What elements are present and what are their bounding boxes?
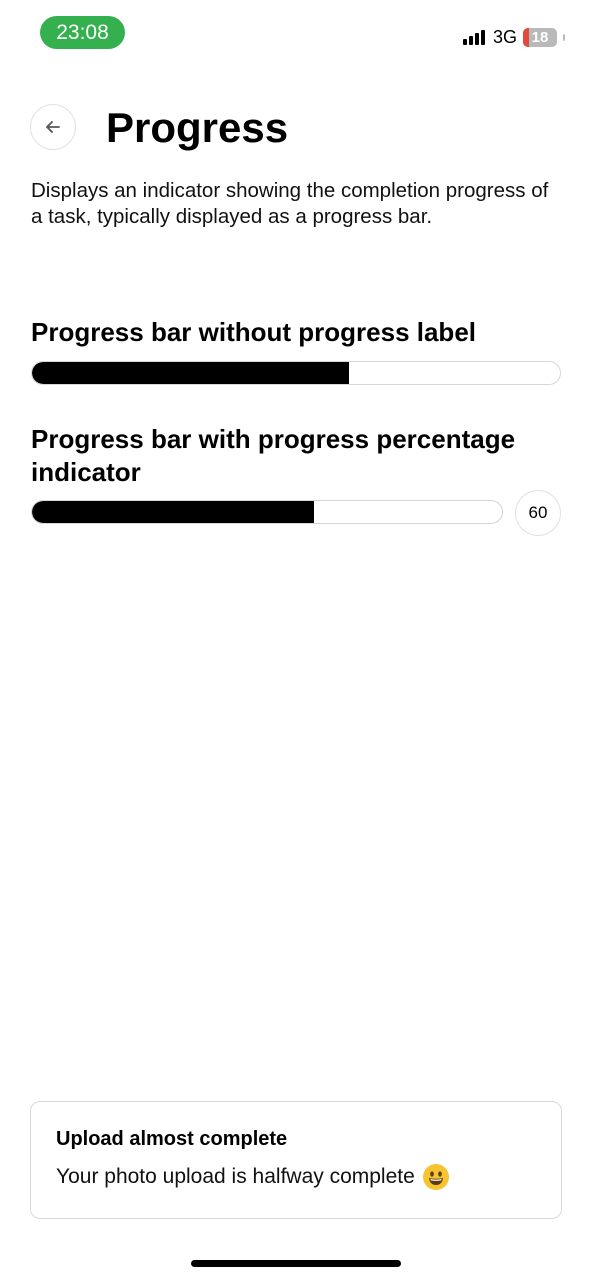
page-description: Displays an indicator showing the comple…	[31, 179, 549, 228]
battery-level: 18	[531, 28, 549, 46]
toast-message: Your photo upload is halfway complete	[56, 1165, 415, 1188]
grinning-face-icon	[422, 1164, 449, 1190]
signal-icon	[462, 29, 485, 45]
section-title: Progress bar with progress percentage in…	[31, 424, 516, 487]
network-type: 3G	[492, 26, 517, 47]
back-button[interactable]	[30, 104, 76, 150]
section-title: Progress bar without progress label	[31, 317, 476, 347]
arrow-left-icon	[46, 121, 60, 133]
progress-bar	[31, 500, 503, 524]
battery-tip	[563, 33, 565, 41]
status-indicators: 3G 18	[462, 26, 565, 48]
progress-bar	[31, 361, 561, 385]
toast-notification[interactable]: Upload almost complete Your photo upload…	[30, 1101, 562, 1219]
progress-bar-fill	[32, 362, 349, 384]
progress-percentage-badge: 60	[515, 490, 561, 536]
page-title: Progress	[106, 104, 289, 151]
status-time: 23:08	[40, 16, 125, 49]
battery-icon: 18	[523, 27, 557, 47]
toast-title: Upload almost complete	[56, 1128, 288, 1150]
toast-message-row: Your photo upload is halfway complete	[56, 1164, 449, 1190]
progress-screen: 23:08 3G 18 Progress Displays an indicat…	[0, 0, 591, 1280]
home-indicator[interactable]	[191, 1260, 401, 1267]
progress-bar-fill	[32, 501, 314, 523]
